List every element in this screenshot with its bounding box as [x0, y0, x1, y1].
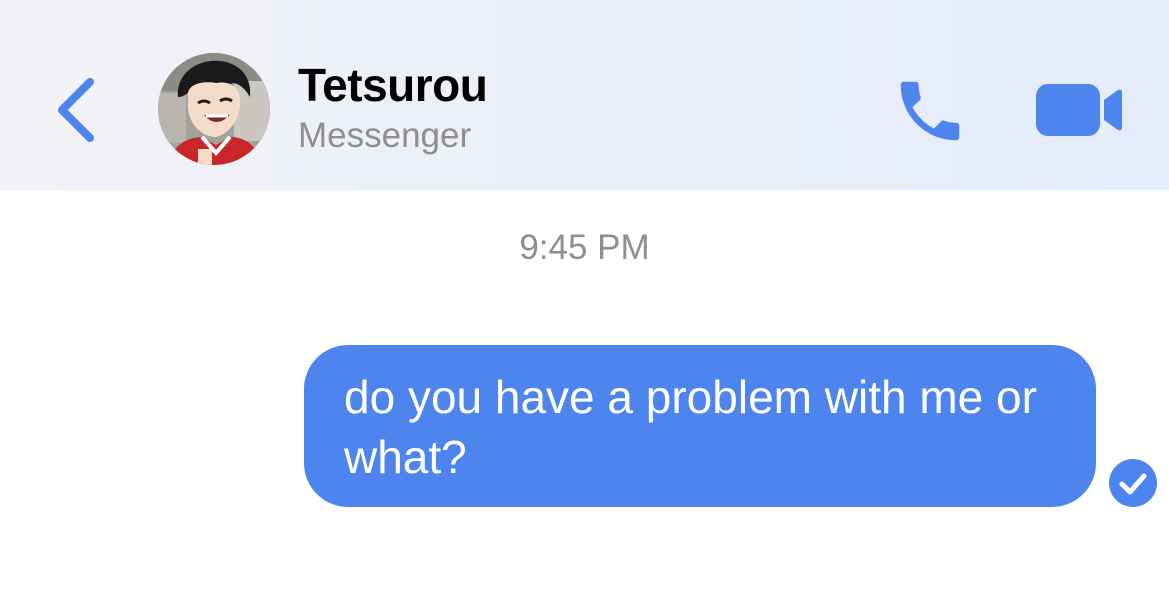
video-camera-icon: [1036, 84, 1122, 136]
contact-name: Tetsurou: [298, 59, 488, 111]
message-text: do you have a problem with me or what?: [344, 371, 1037, 483]
chat-screen: Tetsurou Messenger 9:45 PM do you have a…: [0, 0, 1169, 591]
video-call-button[interactable]: [1034, 80, 1124, 140]
phone-icon: [900, 81, 960, 141]
chevron-left-icon: [58, 78, 94, 142]
sent-message-bubble[interactable]: do you have a problem with me or what?: [304, 345, 1096, 507]
chat-header: Tetsurou Messenger: [0, 0, 1169, 190]
message-timestamp: 9:45 PM: [519, 228, 650, 267]
back-button[interactable]: [48, 72, 104, 148]
avatar[interactable]: [158, 53, 270, 165]
avatar-image: [158, 53, 270, 165]
call-button[interactable]: [888, 72, 972, 150]
contact-subtitle: Messenger: [298, 116, 472, 155]
sent-check-icon: [1109, 459, 1157, 507]
